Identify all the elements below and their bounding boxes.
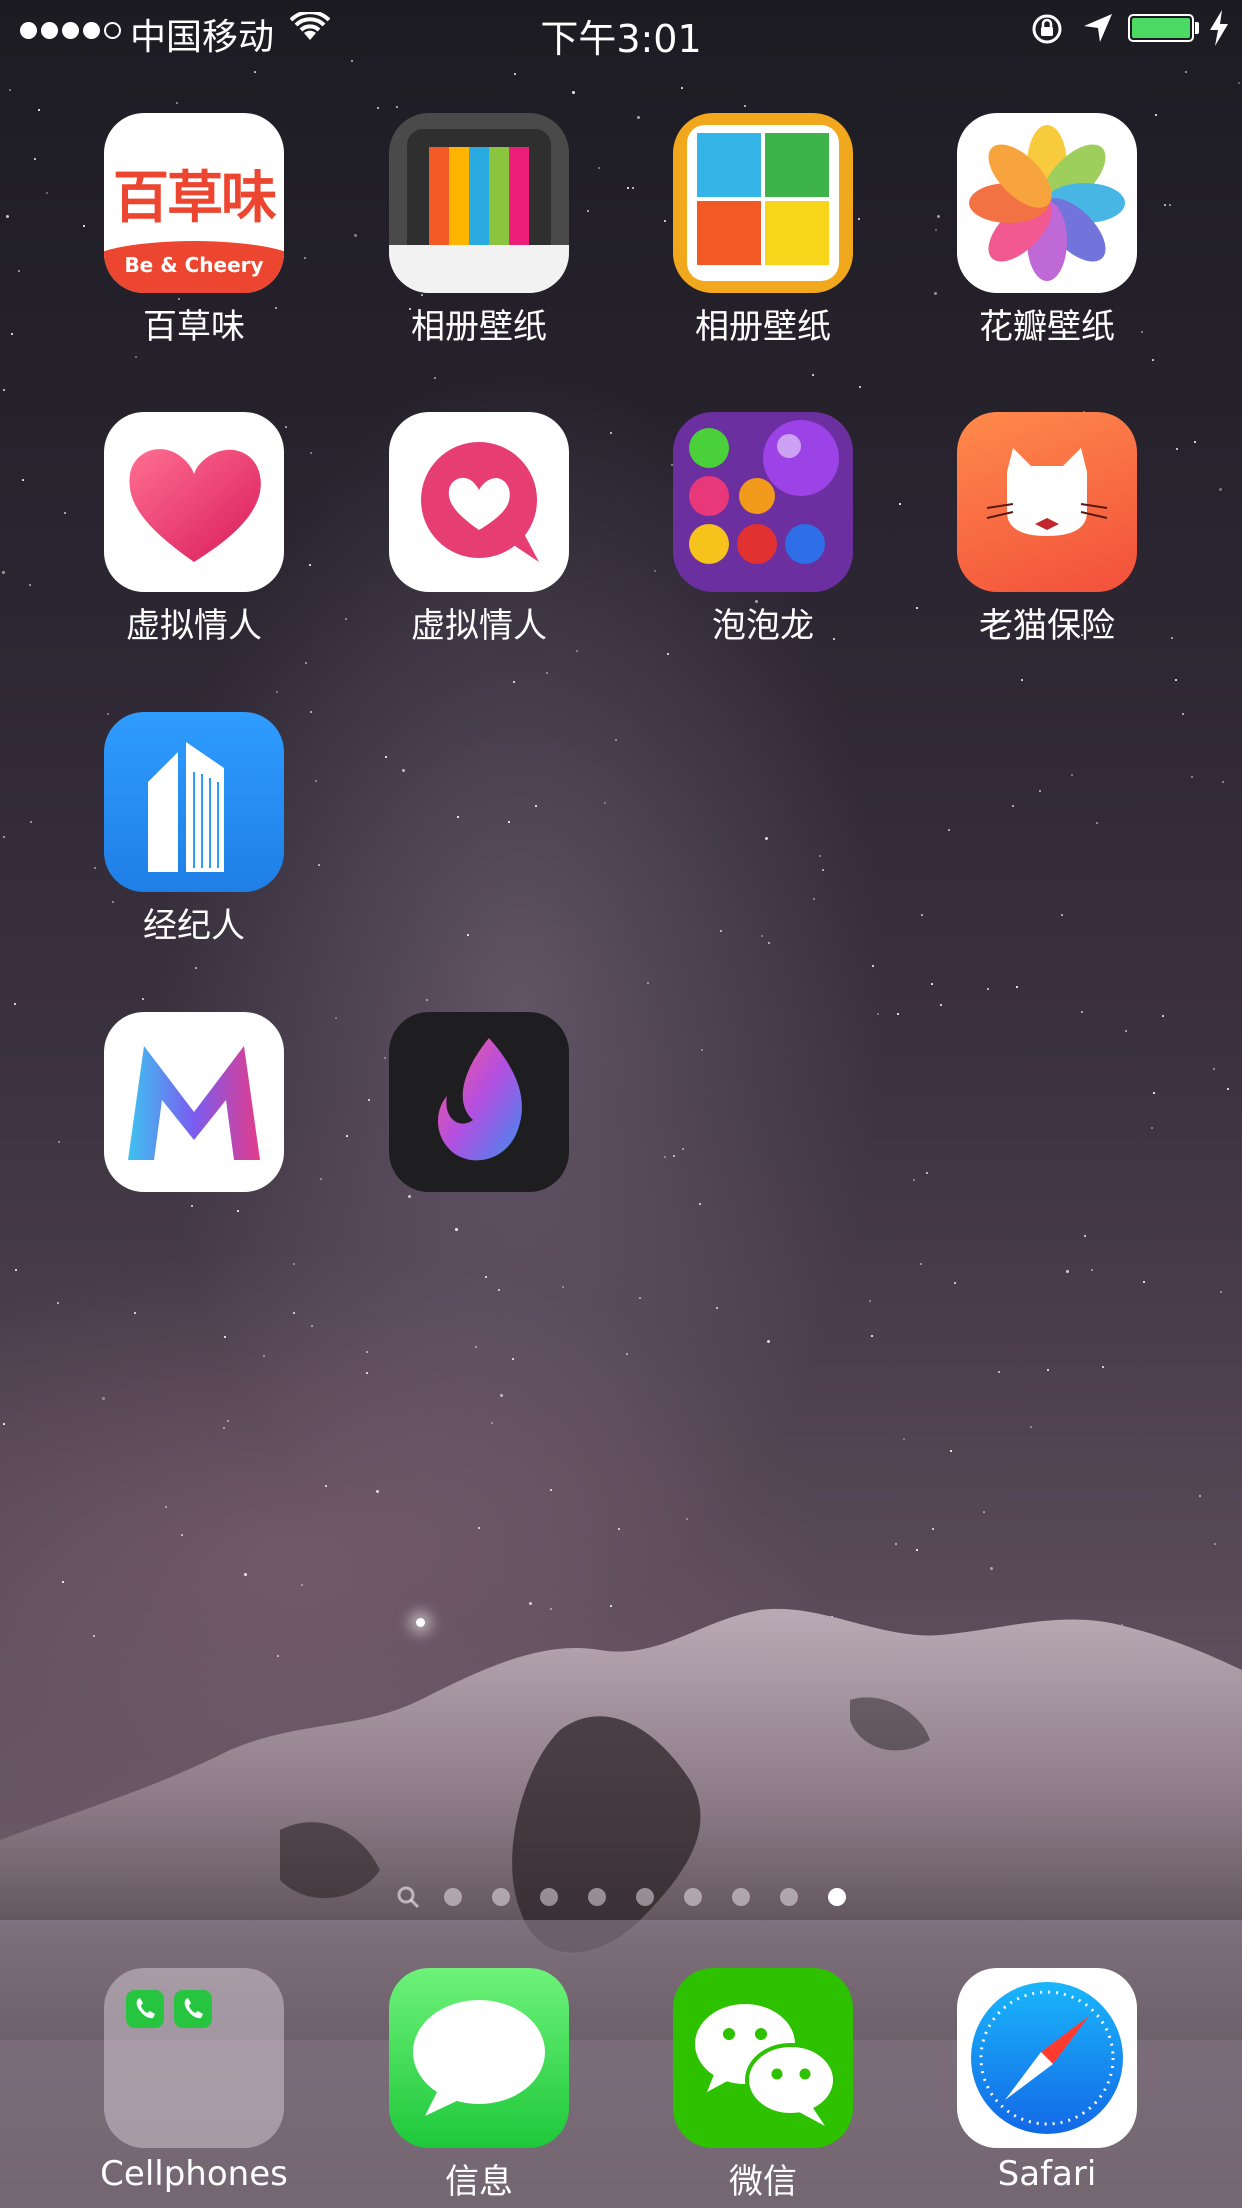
app-label: 百草味 (143, 307, 245, 347)
cat-icon (957, 412, 1137, 592)
app-album-wallpaper-1[interactable]: 相册壁纸 (389, 113, 569, 348)
app-m-logo[interactable] (104, 1012, 284, 1198)
app-label: 花瓣壁纸 (979, 307, 1115, 347)
album-wallpaper-stripes-icon (389, 113, 569, 293)
app-flame-logo[interactable] (389, 1012, 569, 1198)
dock-app-messages[interactable]: 信息 (389, 1968, 569, 2203)
flame-logo-icon (389, 1012, 569, 1192)
album-wallpaper-tiles-icon (673, 113, 853, 293)
battery-tip (1195, 22, 1199, 34)
app-label: Cellphones (100, 2154, 288, 2194)
battery-icon (1128, 14, 1194, 42)
app-label: 老猫保险 (979, 606, 1115, 646)
app-agent[interactable]: 经纪人 (104, 712, 284, 947)
page-dot[interactable] (636, 1888, 654, 1906)
cat-graphic (986, 448, 1108, 536)
charging-bolt-icon (1210, 10, 1228, 46)
app-virtual-lover-2[interactable]: 虚拟情人 (389, 412, 569, 647)
home-screen: 中国移动 下午3:01 百草味 Be & Cheery 百草味 相册壁纸 相册壁… (0, 0, 1242, 2208)
bubbles-graphic (673, 412, 853, 592)
flame-graphic (437, 1038, 522, 1161)
app-virtual-lover-1[interactable]: 虚拟情人 (104, 412, 284, 647)
app-label: 虚拟情人 (411, 606, 547, 646)
dock-app-wechat[interactable]: 微信 (673, 1968, 853, 2203)
page-dot-active[interactable] (828, 1888, 846, 1906)
baicaowei-icon: 百草味 Be & Cheery (104, 113, 284, 293)
heart-bubble-graphic (421, 442, 539, 562)
petal-flower-icon (957, 113, 1137, 293)
heart-graphic (129, 449, 261, 562)
app-baicaowei[interactable]: 百草味 Be & Cheery 百草味 (104, 113, 284, 348)
page-dot[interactable] (540, 1888, 558, 1906)
wechat-graphic (695, 2004, 837, 2126)
status-bar: 中国移动 下午3:01 (0, 0, 1242, 61)
app-label: 信息 (445, 2162, 513, 2202)
app-label: Safari (997, 2154, 1097, 2194)
flower-graphic (969, 125, 1125, 281)
m-logo-graphic (128, 1046, 260, 1160)
page-indicator[interactable] (0, 1885, 1242, 1909)
app-label: 虚拟情人 (126, 606, 262, 646)
bubble-game-icon (673, 412, 853, 592)
page-dot[interactable] (588, 1888, 606, 1906)
location-arrow-icon (1084, 14, 1112, 42)
phone-mini-icon (174, 1990, 212, 2028)
baicaowei-brand-sub: Be & Cheery (124, 253, 264, 277)
battery-fill (1132, 18, 1190, 38)
wechat-icon (673, 1968, 853, 2148)
app-petal-wallpaper[interactable]: 花瓣壁纸 (957, 113, 1137, 348)
page-dot[interactable] (780, 1888, 798, 1906)
app-label: 相册壁纸 (695, 307, 831, 347)
compass-graphic (971, 1982, 1123, 2134)
dock-app-safari[interactable]: Safari (957, 1968, 1137, 2194)
building-graphic (148, 742, 224, 872)
building-icon (104, 712, 284, 892)
app-bubble-dragon[interactable]: 泡泡龙 (673, 412, 853, 647)
safari-compass-icon (957, 1968, 1137, 2148)
app-label: 泡泡龙 (712, 606, 814, 646)
messages-icon (389, 1968, 569, 2148)
app-laomao-insurance[interactable]: 老猫保险 (957, 412, 1137, 647)
heart-bubble-icon (389, 412, 569, 592)
baicaowei-brand-text: 百草味 (113, 166, 277, 231)
rotation-lock-icon (1032, 14, 1062, 44)
page-dot[interactable] (684, 1888, 702, 1906)
dock: Cellphones 信息 微信 Safari (0, 1920, 1242, 2208)
search-icon[interactable] (396, 1885, 420, 1909)
dock-app-cellphones[interactable]: Cellphones (100, 1968, 288, 2194)
app-label: 相册壁纸 (411, 307, 547, 347)
speech-bubble-graphic (413, 2000, 545, 2116)
heart-icon (104, 412, 284, 592)
page-dot[interactable] (732, 1888, 750, 1906)
page-dot[interactable] (492, 1888, 510, 1906)
app-album-wallpaper-2[interactable]: 相册壁纸 (673, 113, 853, 348)
app-label: 经纪人 (143, 906, 245, 946)
m-logo-icon (104, 1012, 284, 1192)
phone-mini-icon (126, 1990, 164, 2028)
page-dot[interactable] (444, 1888, 462, 1906)
app-label: 微信 (729, 2162, 797, 2202)
folder-icon (104, 1968, 284, 2148)
